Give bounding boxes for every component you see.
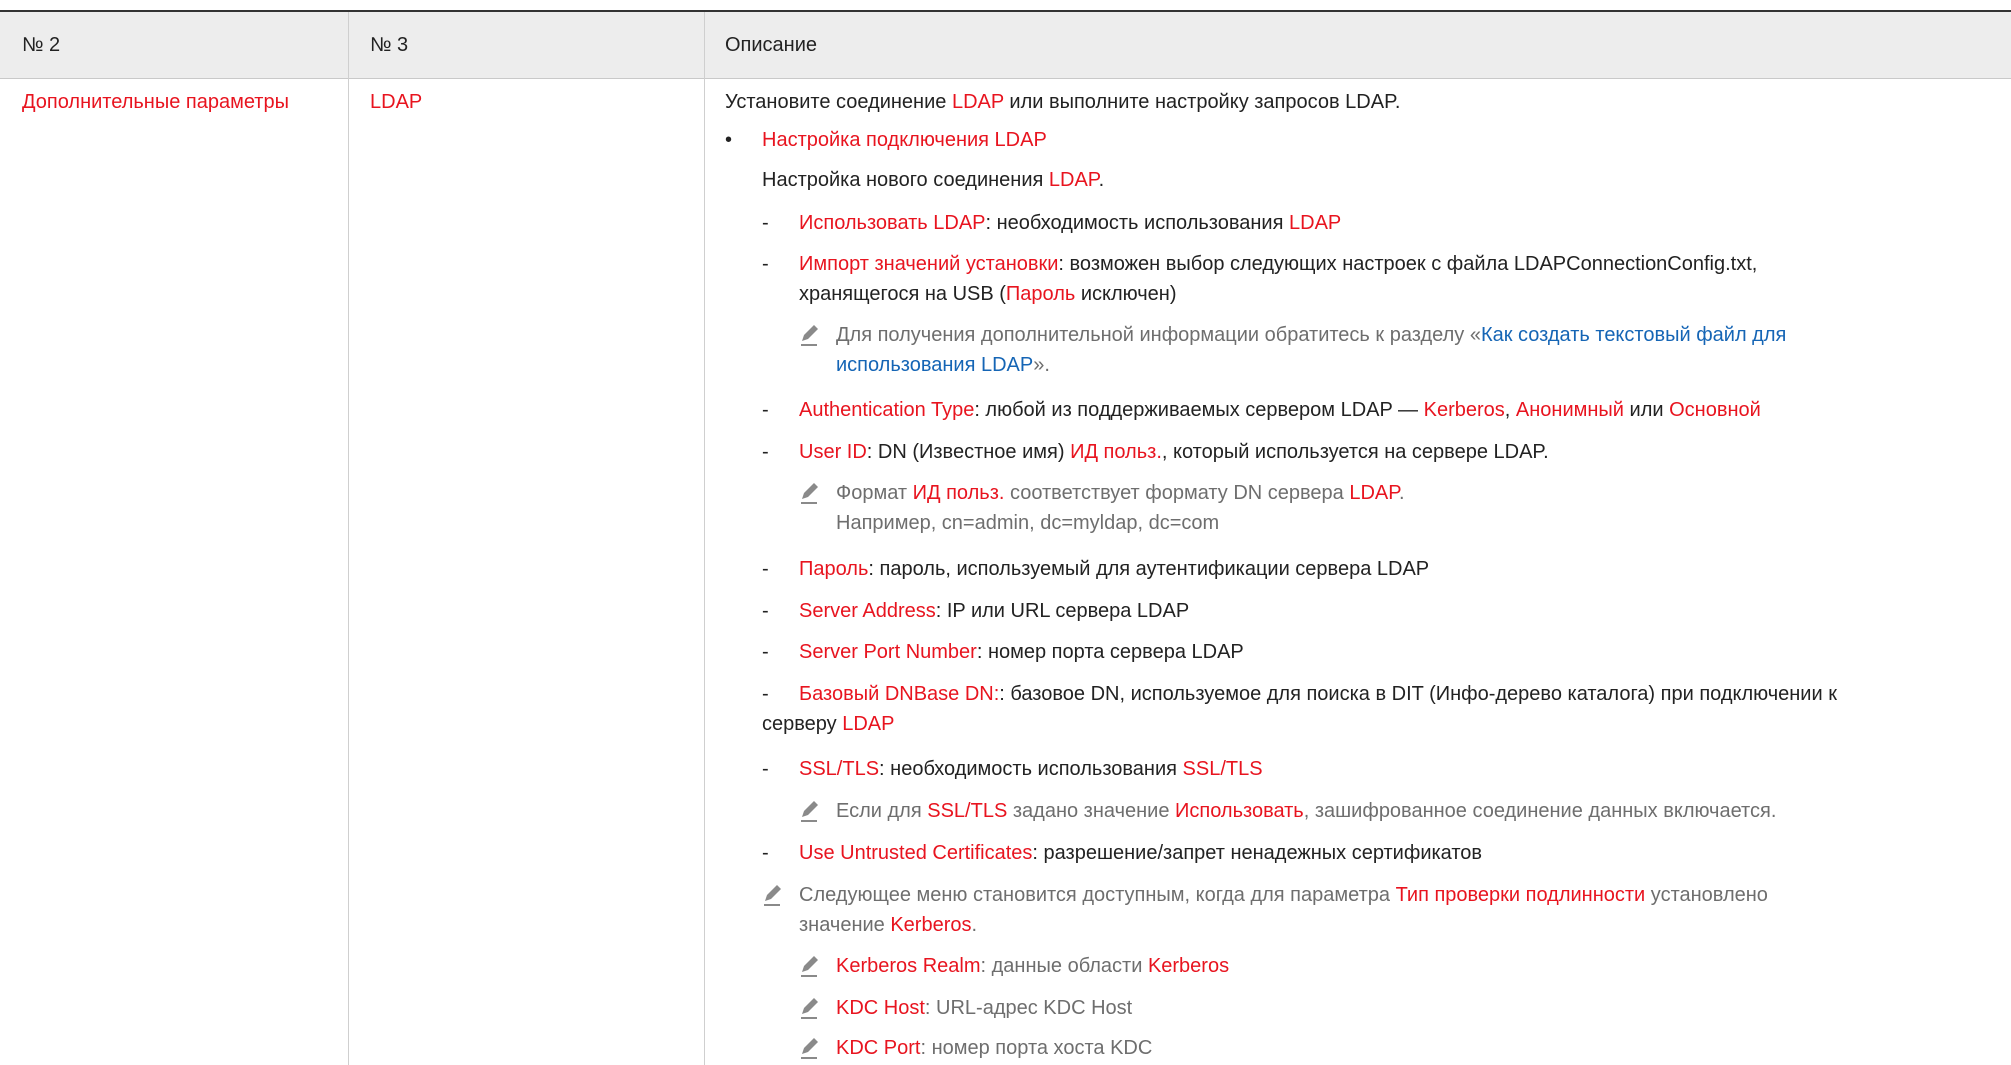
howto-link-continued[interactable]: использования LDAP <box>836 354 1033 376</box>
note-kerberos-realm: Kerberos Realm: данные области Kerberos <box>836 955 1230 977</box>
howto-link[interactable]: Как создать текстовый файл для <box>1481 324 1786 346</box>
pencil-icon <box>799 1037 819 1059</box>
note-user-id-line1: Формат ИД польз. соответствует формату D… <box>836 482 1405 504</box>
dash-mark: - <box>762 641 769 663</box>
pencil-icon <box>799 482 819 504</box>
note-user-id-example: Например, cn=admin, dc=myldap, dc=com <box>836 512 1220 534</box>
bullet-title: Настройка подключения LDAP <box>762 129 1047 151</box>
dash-mark: - <box>762 683 769 705</box>
pencil-icon <box>799 324 819 346</box>
note-kdc-port: KDC Port: номер порта хоста KDC <box>836 1037 1153 1059</box>
note-kerberos-line1: Следующее меню становится доступным, ког… <box>799 884 1768 906</box>
header-col2: № 2 <box>22 34 61 56</box>
note-import-line1: Для получения дополнительной информации … <box>836 324 1787 346</box>
bullet-text: Настройка нового соединения LDAP. <box>762 169 1105 191</box>
item-auth-type: Authentication Type: любой из поддержива… <box>799 399 1761 421</box>
intro-text: Установите соединение LDAP или выполните… <box>725 91 1401 113</box>
dash-mark: - <box>762 441 769 463</box>
note-import-line2: использования LDAP». <box>836 354 1050 376</box>
item-server-address: Server Address: IP или URL сервера LDAP <box>799 600 1190 622</box>
item-import-line1: Импорт значений установки: возможен выбо… <box>799 253 1758 275</box>
dash-mark: - <box>762 253 769 275</box>
header-description: Описание <box>725 34 818 56</box>
pencil-icon <box>762 884 782 906</box>
item-untrusted-certificates: Use Untrusted Certificates: разрешение/з… <box>799 842 1483 864</box>
item-server-port: Server Port Number: номер порта сервера … <box>799 641 1244 663</box>
table-header: № 2 № 3 Описание <box>0 12 2011 79</box>
note-kerberos-line2: значение Kerberos. <box>799 914 978 936</box>
header-col3: № 3 <box>370 34 409 56</box>
pencil-icon <box>799 955 819 977</box>
dash-mark: - <box>762 758 769 780</box>
note-ssl-tls: Если для SSL/TLS задано значение Использ… <box>836 800 1777 822</box>
item-user-id: User ID: DN (Известное имя) ИД польз., к… <box>799 441 1549 463</box>
item-password: Пароль: пароль, используемый для аутенти… <box>799 558 1430 580</box>
dash-mark: - <box>762 399 769 421</box>
item-use-ldap: Использовать LDAP: необходимость использ… <box>799 212 1342 234</box>
item-base-dn-line2: серверу LDAP <box>762 713 895 735</box>
row-col3-link[interactable]: LDAP <box>370 88 422 116</box>
dash-mark: - <box>762 600 769 622</box>
pencil-icon <box>799 800 819 822</box>
row-col2-link[interactable]: Дополнительные параметры <box>22 88 289 116</box>
pencil-icon <box>799 997 819 1019</box>
column-divider <box>348 12 349 1065</box>
item-ssl-tls: SSL/TLS: необходимость использования SSL… <box>799 758 1263 780</box>
dash-mark: - <box>762 842 769 864</box>
item-base-dn-line1: Базовый DNBase DN:: базовое DN, использу… <box>799 683 1837 705</box>
dash-mark: - <box>762 558 769 580</box>
bullet-dot: • <box>725 129 733 151</box>
note-kdc-host: KDC Host: URL-адрес KDC Host <box>836 997 1133 1019</box>
column-divider <box>704 12 705 1065</box>
item-import-line2: хранящегося на USB (Пароль исключен) <box>799 283 1177 305</box>
dash-mark: - <box>762 212 769 234</box>
